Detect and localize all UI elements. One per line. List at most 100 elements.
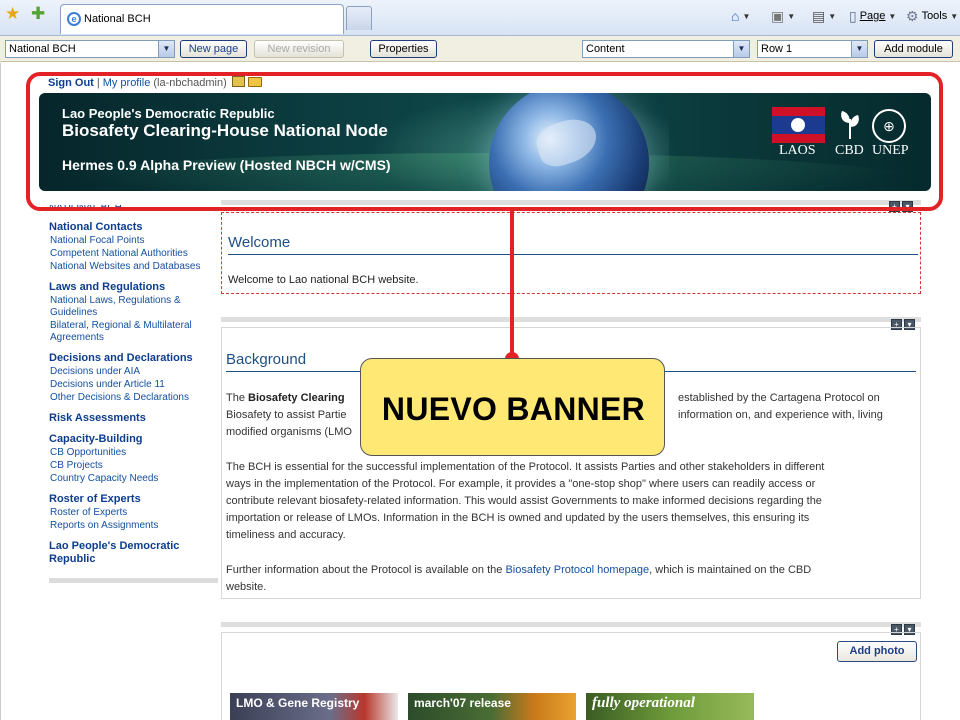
site-select-value: National BCH: [9, 43, 76, 55]
thumbnail-caption: march'07 release: [414, 696, 511, 710]
cms-toolbar: National BCH ▼ New page New revision Pro…: [0, 36, 960, 62]
sidebar-group: Risk Assessments: [49, 412, 219, 425]
annotation-callout: NUEVO BANNER: [360, 358, 665, 456]
p1-line2: Biosafety to assist Partie: [226, 409, 347, 421]
sidebar-item[interactable]: Roster of Experts: [49, 507, 219, 519]
sidebar-group: Decisions and Declarations Decisions und…: [49, 352, 219, 404]
chevron-down-icon: ▼: [950, 11, 959, 21]
properties-button[interactable]: Properties: [370, 40, 437, 58]
row-select-value: Row 1: [761, 43, 793, 55]
chevron-down-icon[interactable]: ▼: [851, 41, 867, 57]
biosafety-protocol-link[interactable]: Biosafety Protocol homepage: [505, 564, 649, 576]
p2-line: The BCH is essential for the successful …: [226, 461, 825, 473]
home-icon: ⌂: [731, 8, 740, 24]
p2-line: importation or release of LMOs. Informat…: [226, 512, 810, 524]
tab-title: National BCH: [84, 13, 151, 25]
row-select[interactable]: Row 1 ▼: [757, 40, 868, 58]
photo-thumbnail[interactable]: LMO & Gene Registry: [230, 693, 398, 720]
sidebar-nav: NATIONAL BCH National Contacts National …: [49, 205, 219, 566]
sidebar-heading[interactable]: Laws and Regulations: [49, 281, 219, 294]
new-tab-button[interactable]: [346, 6, 372, 30]
sidebar-item[interactable]: Other Decisions & Declarations: [49, 392, 219, 404]
favorites-star-icon[interactable]: ★: [5, 5, 20, 22]
background-title: Background: [226, 351, 307, 368]
sidebar-item[interactable]: National Websites and Databases: [49, 261, 219, 273]
chevron-down-icon: ▼: [828, 11, 837, 21]
photo-thumbnail[interactable]: fully operational: [586, 693, 754, 720]
thumbnail-caption: fully operational: [592, 695, 695, 711]
p3-line-1: Further information about the Protocol i…: [226, 562, 906, 579]
site-select[interactable]: National BCH ▼: [5, 40, 175, 58]
welcome-text: Welcome to Lao national BCH website.: [228, 274, 419, 286]
welcome-module: Welcome Welcome to Lao national BCH webs…: [221, 212, 921, 294]
chevron-down-icon: ▼: [787, 11, 796, 21]
chevron-down-icon[interactable]: ▼: [733, 41, 749, 57]
sidebar-item[interactable]: National Laws, Regulations & Guidelines: [49, 295, 219, 319]
feed-icon: ▣: [771, 8, 785, 24]
p2-line: ways in the implementation of the Protoc…: [226, 478, 816, 490]
sidebar-item[interactable]: Reports on Assignments: [49, 520, 219, 532]
zone-select-value: Content: [586, 43, 625, 55]
printer-icon: ▤: [812, 8, 826, 24]
background-paragraph-3: Further information about the Protocol i…: [226, 562, 906, 596]
sidebar-group: Lao People's Democratic Republic: [49, 540, 219, 566]
ie-icon: e: [67, 12, 81, 26]
chevron-down-icon[interactable]: ▼: [158, 41, 174, 57]
sidebar-item[interactable]: Bilateral, Regional & Multilateral Agree…: [49, 320, 219, 344]
sidebar-heading[interactable]: Risk Assessments: [49, 412, 219, 425]
sidebar-item[interactable]: Country Capacity Needs: [49, 473, 219, 485]
add-module-button[interactable]: Add module: [874, 40, 953, 58]
sidebar-item[interactable]: Decisions under Article 11: [49, 379, 219, 391]
sidebar-heading[interactable]: National Contacts: [49, 221, 219, 234]
tools-menu-label: Tools: [921, 10, 948, 22]
p2-line: contribute relevant biosafety-related in…: [226, 495, 822, 507]
sidebar-item[interactable]: Competent National Authorities: [49, 248, 219, 260]
page-menu-label: Page: [859, 10, 886, 22]
photo-thumbnail[interactable]: march'07 release: [408, 693, 576, 720]
zone-select[interactable]: Content ▼: [582, 40, 750, 58]
p3-tail: , which is maintained on the CBD: [649, 564, 812, 576]
sidebar-group: Capacity-Building CB Opportunities CB Pr…: [49, 433, 219, 485]
module-header-strip: [221, 622, 921, 627]
new-revision-button[interactable]: New revision: [254, 40, 344, 58]
sidebar-group: Roster of Experts Roster of Experts Repo…: [49, 493, 219, 532]
new-page-button[interactable]: New page: [180, 40, 247, 58]
sidebar-heading[interactable]: Decisions and Declarations: [49, 352, 219, 365]
sidebar-item[interactable]: National Focal Points: [49, 235, 219, 247]
title-underline: [228, 254, 918, 255]
sidebar-heading[interactable]: Capacity-Building: [49, 433, 219, 446]
add-photo-button[interactable]: Add photo: [837, 641, 917, 662]
photo-module: Add photo LMO & Gene Registry march'07 r…: [221, 632, 921, 720]
sidebar-group: National Contacts National Focal Points …: [49, 221, 219, 273]
gear-icon: ⚙: [906, 8, 919, 24]
home-button[interactable]: ⌂ ▼: [731, 6, 750, 26]
chevron-down-icon: ▼: [888, 11, 897, 21]
print-button[interactable]: ▤ ▼: [812, 6, 836, 26]
callout-text: NUEVO BANNER: [381, 391, 646, 427]
sidebar-divider: [49, 578, 218, 583]
sidebar-heading[interactable]: Roster of Experts: [49, 493, 219, 506]
tools-menu[interactable]: ⚙ Tools ▼: [906, 6, 958, 26]
add-favorite-icon[interactable]: ✚: [31, 5, 45, 22]
background-paragraph-2: The BCH is essential for the successful …: [226, 459, 906, 544]
page-menu[interactable]: ▯ Page ▼: [849, 6, 896, 26]
browser-toolbar: ★ ✚ e National BCH ⌂ ▼ ▣ ▼ ▤ ▼ ▯ Page ▼ ⚙ Tool…: [0, 0, 960, 36]
browser-tab[interactable]: e National BCH: [60, 4, 344, 34]
sidebar-group: Laws and Regulations National Laws, Regu…: [49, 281, 219, 344]
p1-line2-tail: information on, and experience with, liv…: [678, 409, 883, 421]
sidebar-item[interactable]: CB Projects: [49, 460, 219, 472]
p3-lead: Further information about the Protocol i…: [226, 564, 506, 576]
thumbnail-caption: LMO & Gene Registry: [236, 696, 360, 710]
annotation-connector: [510, 211, 514, 359]
p1-lead: The: [226, 392, 249, 404]
p2-line: timeliness and accuracy.: [226, 529, 346, 541]
annotation-frame: [26, 72, 943, 211]
chevron-down-icon: ▼: [742, 11, 751, 21]
sidebar-item[interactable]: Decisions under AIA: [49, 366, 219, 378]
welcome-title: Welcome: [228, 234, 291, 251]
feeds-button[interactable]: ▣ ▼: [771, 6, 795, 26]
p1-bold: Biosafety Clearing: [248, 392, 345, 404]
sidebar-item[interactable]: CB Opportunities: [49, 447, 219, 459]
sidebar-heading[interactable]: Lao People's Democratic Republic: [49, 540, 219, 566]
p1-line1-tail: established by the Cartagena Protocol on: [678, 392, 880, 404]
